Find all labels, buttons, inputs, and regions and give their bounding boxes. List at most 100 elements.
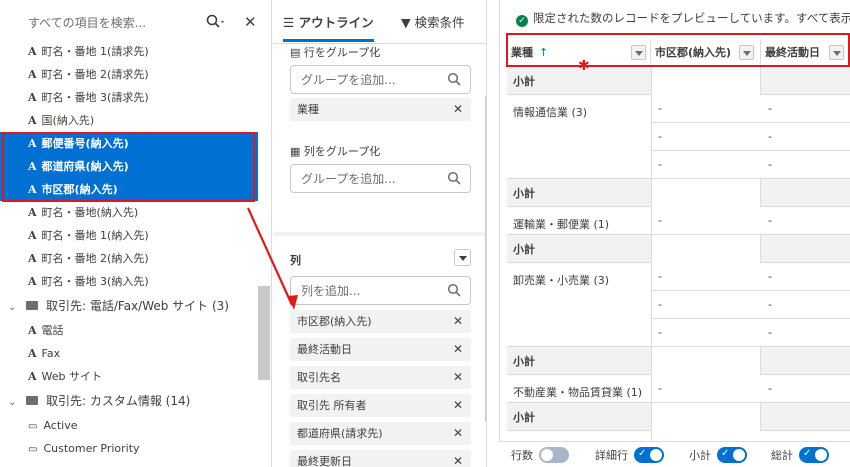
chevron-down-icon[interactable]: ⌄ (8, 295, 20, 321)
subtotal-row: 小計 (507, 347, 850, 375)
field-item[interactable]: A 町名・番地 3(納入先) (0, 270, 258, 293)
field-item[interactable]: A 町名・番地 1(請求先) (0, 40, 258, 63)
scrollbar[interactable] (485, 96, 486, 421)
group-cols-input[interactable] (291, 165, 441, 192)
field-folder[interactable]: ⌄ 取引先: カスタム情報 (14) (0, 388, 258, 414)
field-label: 郵便番号(納入先) (41, 137, 129, 150)
column-pill[interactable]: 最終更新日 ✕ (290, 450, 471, 467)
field-item[interactable]: A 国(納入先) (0, 109, 258, 132)
field-label: Active (43, 419, 78, 432)
table-row: -- (652, 263, 850, 291)
column-menu-icon[interactable] (829, 45, 844, 60)
preview-footer: 行数 詳細行 小計 総計 (499, 441, 850, 467)
group-rows-picker[interactable] (290, 65, 471, 94)
search-icon (447, 72, 461, 89)
row-count-toggle[interactable]: 行数 (511, 447, 569, 463)
subtotal-row: 小計 (507, 179, 850, 207)
columns-picker[interactable] (290, 276, 471, 305)
clear-icon[interactable]: ✕ (244, 13, 257, 31)
search-icon[interactable] (206, 14, 226, 32)
remove-icon[interactable]: ✕ (453, 422, 463, 445)
subtotal-row: 小計 (507, 235, 850, 263)
toggle-switch[interactable] (799, 447, 829, 463)
field-item[interactable]: A Web サイト (0, 365, 258, 388)
field-label: 町名・番地 1(納入先) (41, 229, 149, 242)
column-pill[interactable]: 市区郡(納入先) ✕ (290, 310, 471, 333)
scrollbar[interactable] (258, 286, 270, 380)
text-field-icon: A (28, 324, 37, 337)
subtotal-row: 小計 (507, 67, 850, 95)
column-pill-label: 市区郡(納入先) (297, 315, 372, 328)
remove-icon[interactable]: ✕ (453, 394, 463, 417)
remove-icon[interactable]: ✕ (453, 450, 463, 467)
field-label: 都道府県(納入先) (41, 160, 129, 173)
field-item[interactable]: A 町名・番地(納入先) (0, 201, 258, 224)
columns-icon: ▦ (290, 145, 304, 158)
toggle-switch[interactable] (539, 447, 569, 463)
subtotal-cell (651, 347, 761, 375)
field-item[interactable]: A 町名・番地 2(請求先) (0, 63, 258, 86)
subtotal-label: 小計 (513, 75, 535, 88)
remove-icon[interactable]: ✕ (453, 338, 463, 361)
column-menu-icon[interactable] (739, 45, 754, 60)
toggle-switch[interactable] (717, 447, 747, 463)
field-item[interactable]: A 都道府県(納入先) (0, 155, 258, 178)
subtotal-toggle[interactable]: 小計 (689, 447, 747, 463)
group-rows-input[interactable] (291, 66, 441, 93)
remove-icon[interactable]: ✕ (453, 366, 463, 389)
table-row: -- (652, 207, 850, 235)
field-item[interactable]: ▭ Active (0, 414, 258, 437)
field-search-input[interactable] (8, 8, 198, 38)
folder-icon (26, 301, 38, 310)
preview-notice: ✓ 限定された数のレコードをプレビューしています。すべて表示す (516, 10, 850, 27)
text-field-icon: A (28, 370, 37, 383)
tab-outline[interactable]: ☰ アウトライン (283, 12, 374, 42)
subtotal-cell (651, 67, 761, 95)
chevron-down-icon[interactable]: ⌄ (8, 390, 20, 416)
city-cell: - (658, 298, 662, 311)
text-field-icon: A (28, 252, 37, 265)
table-row: -- (652, 319, 850, 347)
field-item[interactable]: A 町名・番地 2(納入先) (0, 247, 258, 270)
picklist-icon: ▭ (28, 444, 38, 455)
remove-icon[interactable]: ✕ (453, 98, 463, 121)
group-rows-label: ▤ 行をグループ化 (290, 46, 381, 59)
field-folder[interactable]: ⌄ 取引先: 電話/Fax/Web サイト (3) (0, 293, 258, 319)
last-activity-cell: - (768, 158, 772, 171)
group-rows-pill[interactable]: 業種 ✕ (290, 98, 471, 121)
column-header-city[interactable]: 市区郡(納入先) (651, 39, 761, 67)
group-row: 卸売業・小売業 (3) - - - - - - (507, 263, 850, 347)
field-item[interactable]: ▭ Customer Priority (0, 437, 258, 460)
field-label: 町名・番地(納入先) (41, 206, 139, 219)
column-pill[interactable]: 取引先 所有者 ✕ (290, 394, 471, 417)
detail-rows-toggle[interactable]: 詳細行 (595, 447, 664, 463)
column-pill[interactable]: 都道府県(請求先) ✕ (290, 422, 471, 445)
outline-panel: ☰ アウトライン ▼ 検索条件 ▤ 行をグループ化 業種✕ ▦ 列をグループ化 … (273, 0, 487, 467)
outline-tabs: ☰ アウトライン ▼ 検索条件 (273, 0, 486, 44)
toggle-switch[interactable] (634, 447, 664, 463)
column-header-last-activity[interactable]: 最終活動日 (761, 39, 850, 67)
search-icon (447, 171, 461, 188)
field-item[interactable]: A 電話 (0, 319, 258, 342)
field-label: 町名・番地 3(請求先) (41, 91, 149, 104)
field-item[interactable]: A Fax (0, 342, 258, 365)
column-pill[interactable]: 最終活動日 ✕ (290, 338, 471, 361)
group-cells: ------ (651, 95, 850, 179)
group-cols-picker[interactable] (290, 164, 471, 193)
field-item[interactable]: A 市区郡(納入先) (0, 178, 258, 201)
field-label: Customer Priority (43, 442, 140, 455)
city-cell: - (658, 270, 662, 283)
tab-filters[interactable]: ▼ 検索条件 (401, 12, 465, 42)
field-item[interactable]: A 郵便番号(納入先) (0, 132, 258, 155)
field-item[interactable]: A 町名・番地 1(納入先) (0, 224, 258, 247)
columns-input[interactable] (291, 277, 441, 304)
field-label: 町名・番地 2(請求先) (41, 68, 149, 81)
city-cell: - (658, 102, 662, 115)
columns-menu-button[interactable] (454, 249, 471, 266)
remove-icon[interactable]: ✕ (453, 310, 463, 333)
grand-total-toggle[interactable]: 総計 (771, 447, 829, 463)
column-menu-icon[interactable] (631, 45, 646, 60)
column-pill[interactable]: 取引先名 ✕ (290, 366, 471, 389)
field-item[interactable]: A 町名・番地 3(請求先) (0, 86, 258, 109)
field-list: A 町名・番地 1(請求先) A 町名・番地 2(請求先) A 町名・番地 3(請求先) A… (0, 40, 258, 460)
